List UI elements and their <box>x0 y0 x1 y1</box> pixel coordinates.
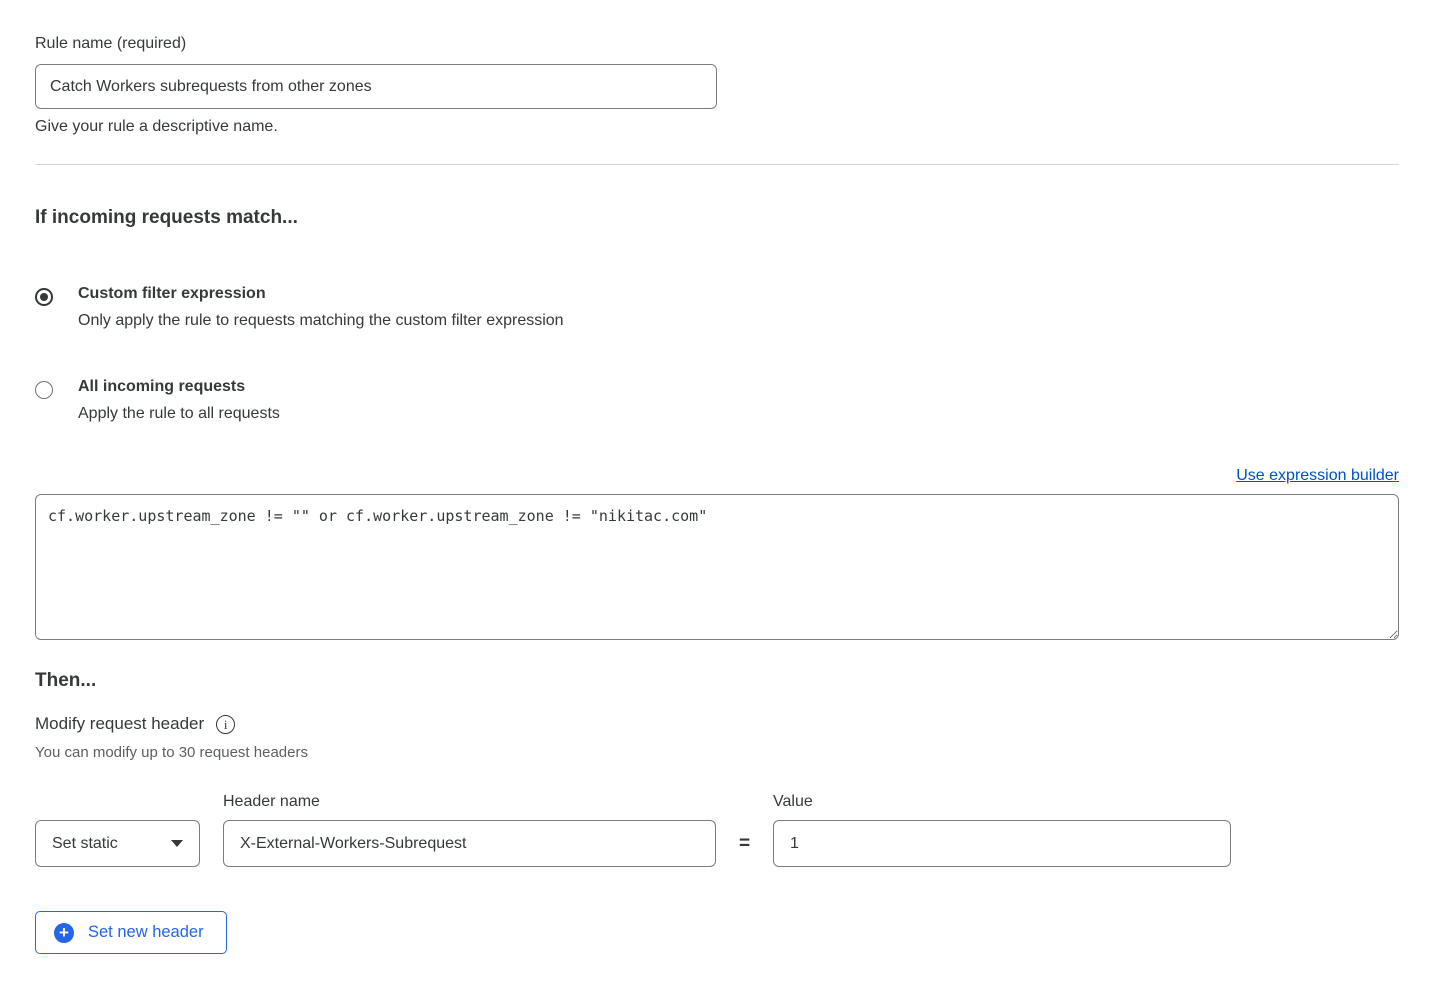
rule-name-label: Rule name (required) <box>35 35 1399 53</box>
header-name-label: Header name <box>223 793 716 811</box>
modify-request-header-label: Modify request header <box>35 714 204 734</box>
header-rule-row: Set static = <box>35 820 1399 867</box>
filter-expression-textarea[interactable]: cf.worker.upstream_zone != "" or cf.work… <box>35 494 1399 640</box>
radio-option-custom-filter[interactable]: Custom filter expression Only apply the … <box>35 285 1399 330</box>
transform-rule-form: Rule name (required) Give your rule a de… <box>0 0 1446 954</box>
equals-sign: = <box>716 833 773 855</box>
use-expression-builder-link[interactable]: Use expression builder <box>1236 467 1399 484</box>
set-new-header-button-label: Set new header <box>88 923 204 942</box>
rule-name-input[interactable] <box>35 64 717 109</box>
operation-select[interactable]: Set static <box>35 820 200 867</box>
builder-link-row: Use expression builder <box>35 467 1399 485</box>
rule-name-help: Give your rule a descriptive name. <box>35 118 1399 136</box>
modify-header-help: You can modify up to 30 request headers <box>35 744 1399 761</box>
equals-column-spacer <box>716 793 773 811</box>
operation-column-spacer <box>35 793 223 811</box>
operation-selected-value: Set static <box>52 835 118 853</box>
then-section-heading: Then... <box>35 670 1399 692</box>
section-divider <box>35 164 1399 165</box>
radio-all-requests-label[interactable]: All incoming requests <box>78 378 280 396</box>
radio-custom-filter-description: Only apply the rule to requests matching… <box>78 312 564 330</box>
match-section-heading: If incoming requests match... <box>35 207 1399 229</box>
info-icon[interactable]: i <box>216 715 235 734</box>
radio-all-requests-description: Apply the rule to all requests <box>78 405 280 423</box>
radio-option-all-requests[interactable]: All incoming requests Apply the rule to … <box>35 378 1399 423</box>
set-new-header-button[interactable]: + Set new header <box>35 911 227 954</box>
plus-icon: + <box>54 923 74 943</box>
chevron-down-icon <box>171 840 183 847</box>
header-name-input[interactable] <box>223 820 716 867</box>
radio-custom-filter-label[interactable]: Custom filter expression <box>78 285 564 303</box>
radio-all-requests-unselected[interactable] <box>35 381 53 399</box>
value-label: Value <box>773 793 813 811</box>
header-value-input[interactable] <box>773 820 1231 867</box>
radio-custom-filter-selected[interactable] <box>35 288 53 306</box>
